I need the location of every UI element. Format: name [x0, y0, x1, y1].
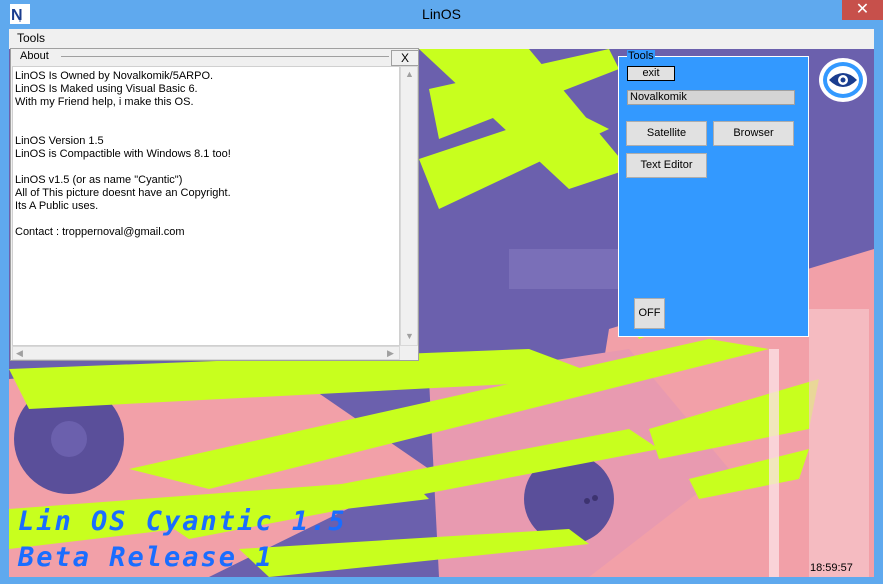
window-border-bottom — [0, 577, 883, 584]
about-line: LinOS Is Maked using Visual Basic 6. — [15, 83, 198, 95]
about-textbox[interactable]: LinOS Is Owned by Novalkomik/5ARPO. LinO… — [12, 66, 400, 346]
window-title: LinOS — [422, 6, 461, 22]
satellite-button[interactable]: Satellite — [626, 121, 707, 146]
menu-tools[interactable]: Tools — [17, 31, 45, 45]
horizontal-scrollbar[interactable]: ◀ ▶ — [12, 346, 400, 360]
scroll-right-icon[interactable]: ▶ — [387, 348, 394, 359]
window-border-left — [0, 29, 9, 577]
brand-line-2: Beta Release 1 — [18, 542, 274, 573]
about-line: LinOS Version 1.5 — [15, 135, 104, 147]
about-line: LinOS Is Owned by Novalkomik/5ARPO. — [15, 70, 214, 82]
about-close-button[interactable]: X — [391, 50, 419, 66]
about-line: Contact : troppernoval@gmail.com — [15, 226, 185, 238]
about-window: About X LinOS Is Owned by Novalkomik/5AR… — [10, 48, 419, 361]
scroll-left-icon[interactable]: ◀ — [16, 348, 23, 359]
off-button[interactable]: OFF — [634, 298, 665, 329]
title-bar: N l LinOS ✕ — [0, 0, 883, 29]
about-line: LinOS v1.5 (or as name "Cyantic") — [15, 174, 183, 186]
about-line — [15, 213, 397, 226]
text-editor-button[interactable]: Text Editor — [626, 153, 707, 178]
username-field[interactable]: Novalkomik — [627, 90, 795, 105]
about-line — [15, 109, 397, 122]
about-title-divider — [61, 56, 389, 57]
scroll-down-icon[interactable]: ▼ — [405, 331, 414, 341]
about-line: With my Friend help, i make this OS. — [15, 96, 194, 108]
vertical-scrollbar[interactable]: ▲ ▼ — [400, 66, 418, 346]
about-line: LinOS is Compactible with Windows 8.1 to… — [15, 148, 231, 160]
about-title: About — [18, 50, 51, 62]
exit-button[interactable]: exit — [627, 66, 675, 81]
window-border-right — [874, 29, 883, 577]
brand-line-1: Lin OS Cyantic 1.5 — [18, 506, 347, 537]
scroll-up-icon[interactable]: ▲ — [405, 69, 414, 79]
about-line: All of This picture doesnt have an Copyr… — [15, 187, 231, 199]
browser-button[interactable]: Browser — [713, 121, 794, 146]
tools-panel: Tools exit Novalkomik Satellite Browser … — [618, 50, 809, 337]
window-close-button[interactable]: ✕ — [842, 0, 883, 20]
menu-bar: Tools — [9, 29, 874, 50]
clock: 18:59:57 — [810, 562, 853, 574]
cyantic-logo-icon — [819, 58, 867, 102]
about-line: Its A Public uses. — [15, 200, 99, 212]
tools-title: Tools — [627, 50, 655, 62]
about-line — [15, 161, 397, 174]
about-line — [15, 122, 397, 135]
